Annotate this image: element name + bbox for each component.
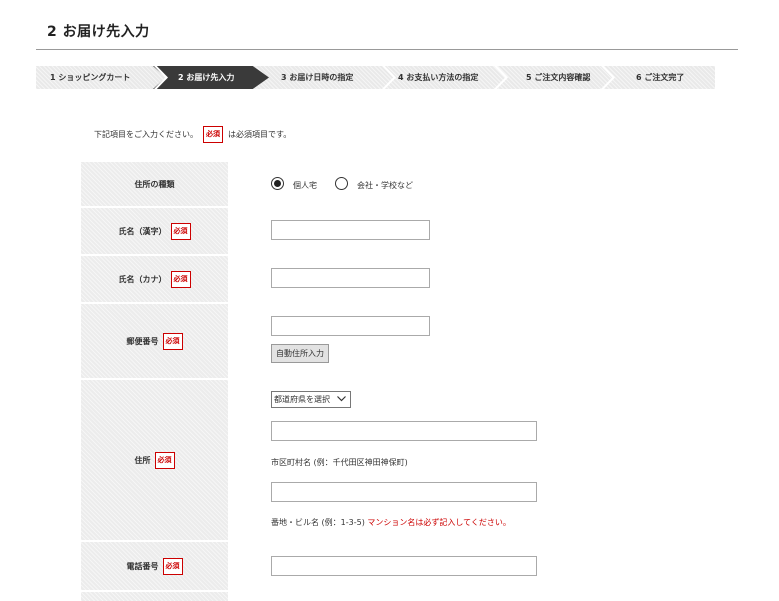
street-hint: 番地・ビル名 (例：1-3-5): [271, 518, 365, 527]
checkout-stepper: 1 ショッピングカート 2 お届け先入力 3 お届け日時の指定 4 お支払い方法…: [36, 66, 715, 89]
required-badge: 必須: [154, 451, 175, 469]
prefecture-select[interactable]: 都道府県を選択: [271, 391, 351, 408]
required-badge: 必須: [162, 557, 183, 575]
apartment-warning: マンション名は必ず記入してください。: [367, 518, 511, 527]
prefecture-select-value: 都道府県を選択: [274, 395, 330, 404]
label-name-kanji: 氏名（漢字） 必須: [81, 208, 228, 254]
radio-company-label[interactable]: 会社・学校など: [357, 180, 413, 191]
step-separator-chevron-icon: [494, 66, 508, 89]
intro-text-suffix: は必須項目です。: [228, 130, 292, 139]
intro-text: 下記項目をご入力ください。: [94, 130, 198, 139]
city-hint: 市区町村名 (例：千代田区神田神保町): [271, 458, 408, 467]
field-label: 氏名（漢字）: [118, 226, 167, 236]
step-separator-chevron-icon: [382, 66, 396, 89]
auto-address-button[interactable]: 自動住所入力: [271, 344, 329, 363]
step-1-cart: 1 ショッピングカート: [50, 73, 131, 82]
field-label: 住所: [134, 455, 151, 465]
label-postal-code: 郵便番号 必須: [81, 304, 228, 378]
address-type-radio-group: 個人宅 会社・学校など: [271, 177, 431, 190]
label-address-type: 住所の種類: [81, 162, 228, 206]
street-hint-row: 番地・ビル名 (例：1-3-5) マンション名は必ず記入してください。: [271, 517, 511, 528]
name-kanji-field[interactable]: [271, 220, 430, 240]
step-6-order-complete: 6 ご注文完了: [636, 73, 685, 82]
field-label: 氏名（カナ）: [118, 274, 167, 284]
field-label: 住所の種類: [134, 179, 175, 189]
required-badge: 必須: [203, 126, 223, 143]
radio-home[interactable]: [271, 177, 284, 190]
radio-home-label[interactable]: 個人宅: [293, 180, 317, 191]
required-fields-note: 下記項目をご入力ください。 必須 は必須項目です。: [94, 126, 291, 143]
required-badge: 必須: [162, 332, 183, 350]
phone-field[interactable]: [271, 556, 537, 576]
chevron-down-icon: [337, 396, 346, 402]
step-separator-chevron-icon: [601, 66, 615, 89]
city-field[interactable]: [271, 421, 537, 441]
step-4-payment-method: 4 お支払い方法の指定: [398, 73, 479, 82]
radio-company[interactable]: [335, 177, 348, 190]
step-2-shipping-address: 2 お届け先入力: [178, 73, 235, 82]
title-divider: [36, 49, 738, 50]
required-badge: 必須: [170, 222, 191, 240]
postal-code-field[interactable]: [271, 316, 430, 336]
required-badge: 必須: [170, 270, 191, 288]
step-5-order-confirmation: 5 ご注文内容確認: [526, 73, 591, 82]
name-kana-field[interactable]: [271, 268, 430, 288]
label-name-kana: 氏名（カナ） 必須: [81, 256, 228, 302]
label-address: 住所 必須: [81, 380, 228, 540]
page-title: 2 お届け先入力: [47, 24, 150, 40]
street-field[interactable]: [271, 482, 537, 502]
step-3-delivery-date: 3 お届け日時の指定: [281, 73, 354, 82]
field-label: 郵便番号: [126, 336, 159, 346]
field-label: 電話番号: [126, 561, 159, 571]
label-next-row: [81, 592, 228, 601]
label-phone: 電話番号 必須: [81, 542, 228, 590]
